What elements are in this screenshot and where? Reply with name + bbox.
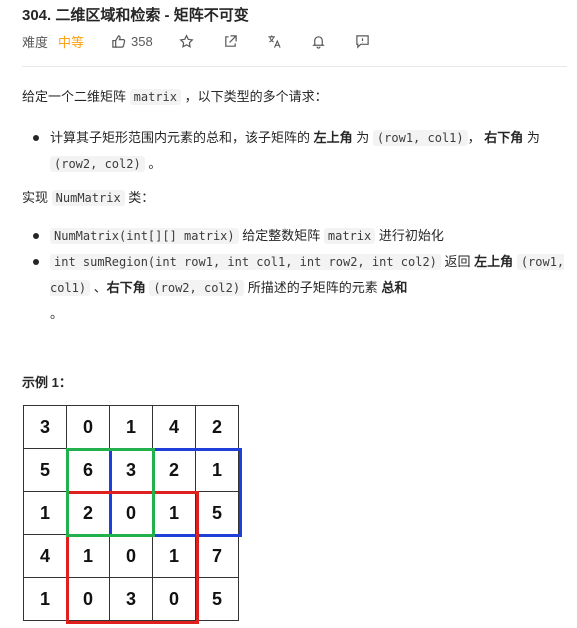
difficulty-label: 难度 [22, 34, 49, 50]
intro-text: 给定一个二维矩阵 [22, 89, 127, 104]
matrix-cell: 0 [109, 491, 153, 535]
bold-text: 右下角 [484, 130, 524, 145]
text: 计算其子矩形范围内元素的总和，该子矩阵的 [50, 130, 311, 145]
matrix-cell: 2 [195, 405, 239, 449]
inline-code: matrix [323, 228, 376, 244]
inline-code: (row2, col2) [50, 156, 145, 172]
thumbs-up-icon [110, 33, 126, 49]
bold-text: 左上角 [474, 254, 514, 269]
matrix-row: 12015 [23, 491, 239, 535]
list-item: 计算其子矩形范围内元素的总和，该子矩阵的 左上角 为 (row1, col1)，… [33, 125, 568, 177]
matrix-cell: 1 [23, 491, 67, 535]
text: 类： [128, 190, 155, 205]
matrix-cell: 3 [109, 448, 153, 492]
inline-code: NumMatrix [51, 190, 125, 206]
matrix-cell: 5 [23, 448, 67, 492]
implement-paragraph: 实现 NumMatrix 类： [22, 187, 154, 209]
text: 所描述的子矩阵的元素 [247, 280, 378, 295]
matrix-cell: 7 [195, 534, 239, 578]
text: 。 [148, 156, 162, 171]
matrix-cell: 1 [152, 534, 196, 578]
page-title: 304. 二维区域和检索 - 矩阵不可变 [22, 7, 249, 24]
list-item: int sumRegion(int row1, int col1, int ro… [33, 249, 568, 327]
text: ， [467, 130, 481, 145]
text: 、 [93, 280, 107, 295]
difficulty-badge: 中等 [58, 34, 85, 50]
inline-code: matrix [129, 89, 181, 105]
matrix-row: 10305 [23, 577, 239, 621]
matrix-row: 41017 [23, 534, 239, 578]
matrix-row: 30142 [23, 405, 239, 449]
matrix-cell: 1 [152, 491, 196, 535]
inline-code: NumMatrix(int[][] matrix) [50, 228, 239, 244]
intro-paragraph: 给定一个二维矩阵 matrix ，以下类型的多个请求： [22, 86, 328, 108]
matrix-cell: 1 [195, 448, 239, 492]
bold-text: 右下角 [106, 280, 146, 295]
intro-text: ，以下类型的多个请求： [184, 89, 328, 104]
bold-text: 总和 [381, 280, 408, 295]
example-matrix-figure: 3014256321120154101710305 [23, 405, 242, 624]
text: 为 [356, 130, 370, 145]
star-icon[interactable] [179, 33, 195, 49]
problem-meta-bar: 难度 中等 358 [22, 33, 399, 50]
text: 实现 [22, 190, 49, 205]
share-icon[interactable] [223, 33, 239, 49]
matrix-cell: 6 [66, 448, 110, 492]
matrix-row: 56321 [23, 448, 239, 492]
like-count: 358 [131, 33, 153, 49]
matrix-table: 3014256321120154101710305 [23, 405, 239, 621]
header-divider [22, 66, 567, 67]
matrix-cell: 3 [23, 405, 67, 449]
matrix-cell: 2 [66, 491, 110, 535]
feedback-icon[interactable] [355, 33, 371, 49]
matrix-cell: 0 [66, 577, 110, 621]
matrix-cell: 0 [66, 405, 110, 449]
matrix-cell: 1 [23, 577, 67, 621]
like-button[interactable]: 358 [110, 33, 153, 49]
text: 进行初始化 [378, 228, 444, 243]
list-item: NumMatrix(int[][] matrix) 给定整数矩阵 matrix … [33, 223, 568, 249]
matrix-cell: 0 [109, 534, 153, 578]
text: 返回 [444, 254, 471, 269]
inline-code: (row1, col1) [372, 130, 468, 146]
matrix-cell: 5 [195, 491, 239, 535]
matrix-cell: 1 [109, 405, 153, 449]
matrix-cell: 4 [152, 405, 196, 449]
bell-icon[interactable] [311, 33, 327, 49]
matrix-cell: 1 [66, 534, 110, 578]
translate-icon[interactable] [267, 33, 283, 49]
matrix-cell: 3 [109, 577, 153, 621]
matrix-cell: 4 [23, 534, 67, 578]
inline-code: (row2, col2) [149, 280, 245, 296]
example-title: 示例 1： [22, 375, 72, 390]
text: 给定整数矩阵 [242, 228, 321, 243]
matrix-cell: 0 [152, 577, 196, 621]
matrix-cell: 2 [152, 448, 196, 492]
matrix-cell: 5 [195, 577, 239, 621]
text: 为 [526, 130, 540, 145]
text: 。 [50, 306, 64, 321]
inline-code: int sumRegion(int row1, int col1, int ro… [50, 254, 441, 270]
bold-text: 左上角 [313, 130, 353, 145]
